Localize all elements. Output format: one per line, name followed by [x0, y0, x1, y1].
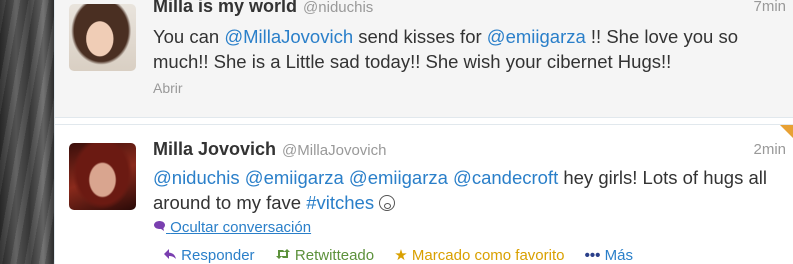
collapse-label: Ocultar conversación [170, 219, 312, 236]
tweet-timestamp[interactable]: 7min [753, 0, 786, 15]
more-dots-icon: ••• [584, 247, 601, 264]
mention-link[interactable]: @emiigarza [349, 167, 448, 188]
text-part: You can [153, 26, 225, 47]
collapse-conversation-link[interactable]: Ocultar conversación [153, 219, 311, 236]
tweet-username[interactable]: @niduchis [303, 0, 373, 16]
tweet-header: Milla is my world @niduchis [153, 0, 373, 17]
avatar[interactable] [69, 143, 136, 210]
favorited-label: Marcado como favorito [411, 247, 565, 264]
favorite-button[interactable]: ★ Marcado como favorito [394, 247, 568, 264]
tweet-fullname[interactable]: Milla Jovovich [153, 139, 276, 159]
more-label: Más [604, 247, 633, 264]
tweet-actions: Responder Retwitteado ★ Marcado como fav… [163, 246, 649, 264]
background-photo-strip [0, 0, 54, 264]
star-icon: ★ [394, 247, 408, 264]
retweeted-label: Retwitteado [294, 247, 375, 264]
mention-link[interactable]: @emiigarza [487, 26, 586, 47]
favorite-corner-flag [780, 125, 793, 139]
tweet-item[interactable]: Milla Jovovich @MillaJovovich 2min @niduc… [55, 124, 793, 264]
mention-link[interactable]: @candecroft [453, 167, 558, 188]
tweet-username[interactable]: @MillaJovovich [282, 142, 386, 159]
expand-link[interactable]: Abrir [153, 80, 183, 96]
reply-button[interactable]: Responder [163, 247, 259, 264]
avatar[interactable] [69, 4, 136, 71]
text-part: send kisses for [353, 26, 487, 47]
reply-label: Responder [181, 247, 255, 264]
tweet-fullname[interactable]: Milla is my world [153, 0, 297, 16]
hashtag-link[interactable]: #vitches [306, 192, 374, 213]
surprised-face-icon [379, 195, 396, 211]
retweet-icon [275, 247, 291, 264]
tweet-timestamp[interactable]: 2min [753, 141, 786, 158]
mention-link[interactable]: @niduchis [153, 167, 240, 188]
timeline: Milla is my world @niduchis 7min You can … [54, 0, 793, 264]
retweet-button[interactable]: Retwitteado [275, 247, 379, 264]
tweet-text: You can @MillaJovovich send kisses for @… [153, 24, 773, 74]
mention-link[interactable]: @MillaJovovich [224, 26, 353, 47]
more-button[interactable]: ••• Más [585, 247, 633, 264]
mention-link[interactable]: @emiigarza [245, 167, 344, 188]
tweet-item[interactable]: Milla is my world @niduchis 7min You can … [55, 0, 793, 118]
reply-arrow-icon [163, 247, 177, 264]
tweet-text: @niduchis @emiigarza @emiigarza @candecr… [153, 165, 773, 215]
conversation-bubble-icon [153, 219, 166, 236]
tweet-header: Milla Jovovich @MillaJovovich [153, 139, 386, 160]
